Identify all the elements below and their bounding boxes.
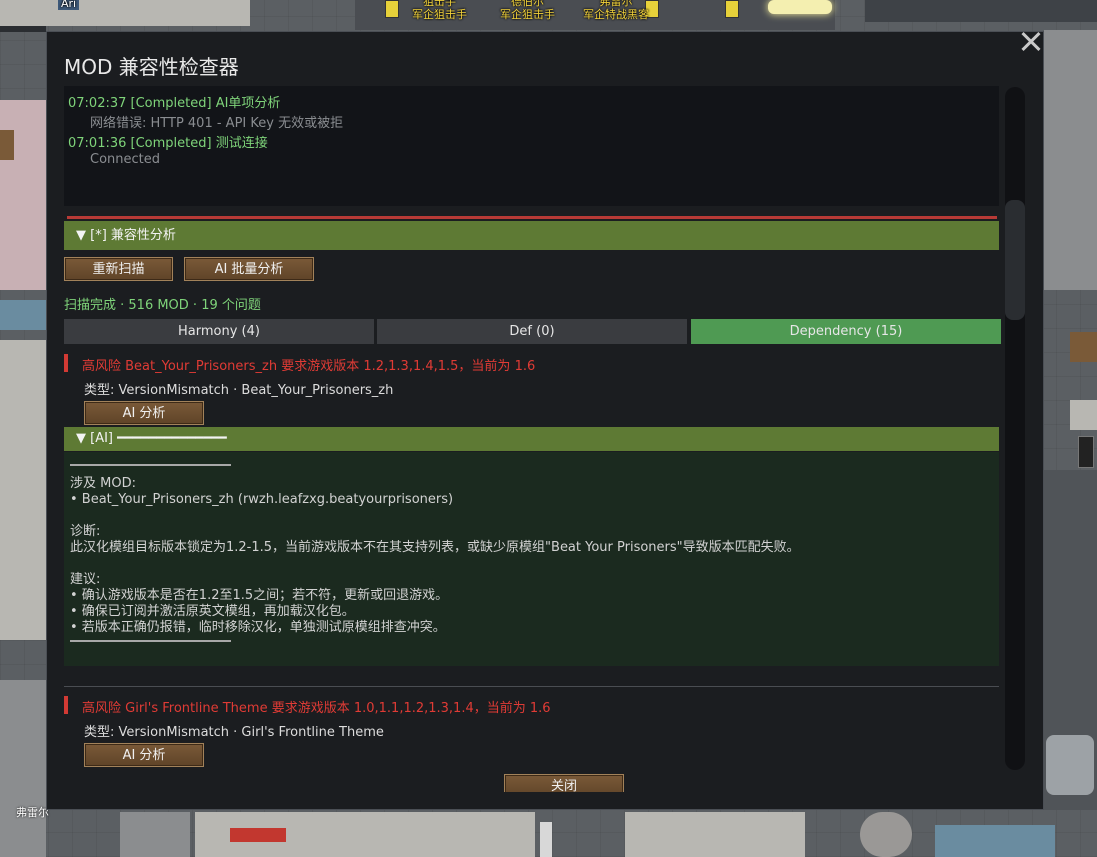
close-icon[interactable] [1017, 28, 1045, 56]
room-floor [1044, 30, 1097, 290]
furniture [1070, 332, 1097, 362]
log-line: 07:01:36 [Completed] 测试连接 [68, 136, 268, 151]
tab-dependency[interactable]: Dependency (15) [691, 319, 1001, 344]
room-floor [0, 340, 46, 640]
room-floor [935, 825, 1055, 857]
colonist-name: 弗雷尔 [599, 0, 633, 8]
building-strip [865, 0, 1097, 22]
room-floor [0, 300, 46, 330]
ai-suggestion-item: • 确认游戏版本是否在1.2至1.5之间；若不符，更新或回退游戏。 [70, 588, 449, 603]
room-floor [1070, 400, 1097, 430]
room-floor [0, 680, 46, 857]
log-panel: 07:02:37 [Completed] AI单项分析 网络错误: HTTP 4… [64, 86, 999, 206]
ai-mods-label: 涉及 MOD: [70, 476, 136, 491]
severity-marker [64, 354, 68, 372]
ai-diag-label: 诊断: [70, 524, 101, 539]
ai-analyze-button[interactable]: AI 分析 [84, 401, 204, 425]
room-floor [0, 100, 46, 290]
colonist-role: 军企特战黑客 [583, 8, 649, 21]
wall [0, 26, 46, 32]
log-line: Connected [90, 152, 161, 167]
compat-analysis-header[interactable]: ▼ [*] 兼容性分析 [64, 221, 999, 250]
machine [1046, 735, 1094, 795]
issue-title: 高风险 Beat_Your_Prisoners_zh 要求游戏版本 1.2,1.… [82, 359, 536, 374]
close-button-clip: 关闭 [504, 774, 624, 792]
ai-analyze-button[interactable]: AI 分析 [84, 743, 204, 767]
issue-type: 类型: VersionMismatch · Beat_Your_Prisoner… [84, 383, 394, 398]
equipment [385, 0, 399, 18]
mod-compatibility-dialog: MOD 兼容性检查器 07:02:37 [Completed] AI单项分析 网… [46, 31, 1044, 810]
colonist-role: 军企狙击手 [412, 8, 467, 21]
ai-mods-item: • Beat_Your_Prisoners_zh (rwzh.leafzxg.b… [70, 492, 454, 507]
tab-harmony[interactable]: Harmony (4) [64, 319, 374, 344]
dialog-title: MOD 兼容性检查器 [64, 55, 239, 79]
colonist-tag: Ari [58, 0, 80, 10]
scrollbar-thumb[interactable] [1005, 200, 1025, 320]
furniture [0, 130, 14, 160]
divider [70, 640, 231, 642]
log-line: 07:02:37 [Completed] AI单项分析 [68, 96, 281, 111]
ai-result-panel: 涉及 MOD: • Beat_Your_Prisoners_zh (rwzh.l… [64, 452, 999, 666]
severity-marker [64, 696, 68, 714]
lamp [768, 0, 832, 14]
ai-suggestion-label: 建议: [70, 572, 101, 587]
ai-batch-analysis-button[interactable]: AI 批量分析 [184, 257, 314, 281]
ai-suggestion-item: • 若版本正确仍报错，临时移除汉化，单独测试原模组排查冲突。 [70, 620, 446, 635]
colonist-name: 德伯尔 [511, 0, 544, 8]
equipment [725, 0, 739, 18]
issue-type: 类型: VersionMismatch · Girl's Frontline T… [84, 725, 384, 740]
colonist-name: 狙击手 [423, 0, 456, 8]
issue-title: 高风险 Girl's Frontline Theme 要求游戏版本 1.0,1.… [82, 701, 551, 716]
colonist-role: 军企狙击手 [500, 8, 555, 21]
room-floor [0, 0, 250, 26]
colonist-label: 狙击手 军企狙击手 [412, 0, 467, 21]
colonist-name: 弗雷尔 [16, 806, 49, 819]
scan-status: 扫描完成 · 516 MOD · 19 个问题 [64, 298, 261, 313]
rescan-button[interactable]: 重新扫描 [64, 257, 173, 281]
object [540, 822, 552, 857]
divider [70, 464, 231, 466]
log-line: 网络错误: HTTP 401 - API Key 无效或被拒 [90, 116, 344, 131]
issue-divider [64, 686, 999, 687]
object [860, 812, 912, 857]
separator-line [67, 216, 997, 219]
tab-def[interactable]: Def (0) [377, 319, 687, 344]
object [230, 828, 286, 842]
scrollbar-track[interactable] [1005, 87, 1025, 770]
colonist-label: 德伯尔 军企狙击手 [500, 0, 555, 21]
close-button[interactable]: 关闭 [504, 774, 624, 792]
colonist-label: 弗雷尔 军企特战黑客 [583, 0, 649, 21]
room-floor [625, 812, 805, 857]
device [1078, 436, 1094, 468]
ai-result-header[interactable]: ▼ [AI] ━━━━━━━━━━━━━━ [64, 427, 999, 451]
ai-diag-text: 此汉化模组目标版本锁定为1.2-1.5，当前游戏版本不在其支持列表，或缺少原模组… [70, 540, 800, 555]
ai-suggestion-item: • 确保已订阅并激活原英文模组，再加载汉化包。 [70, 604, 355, 619]
room-floor [120, 812, 190, 857]
